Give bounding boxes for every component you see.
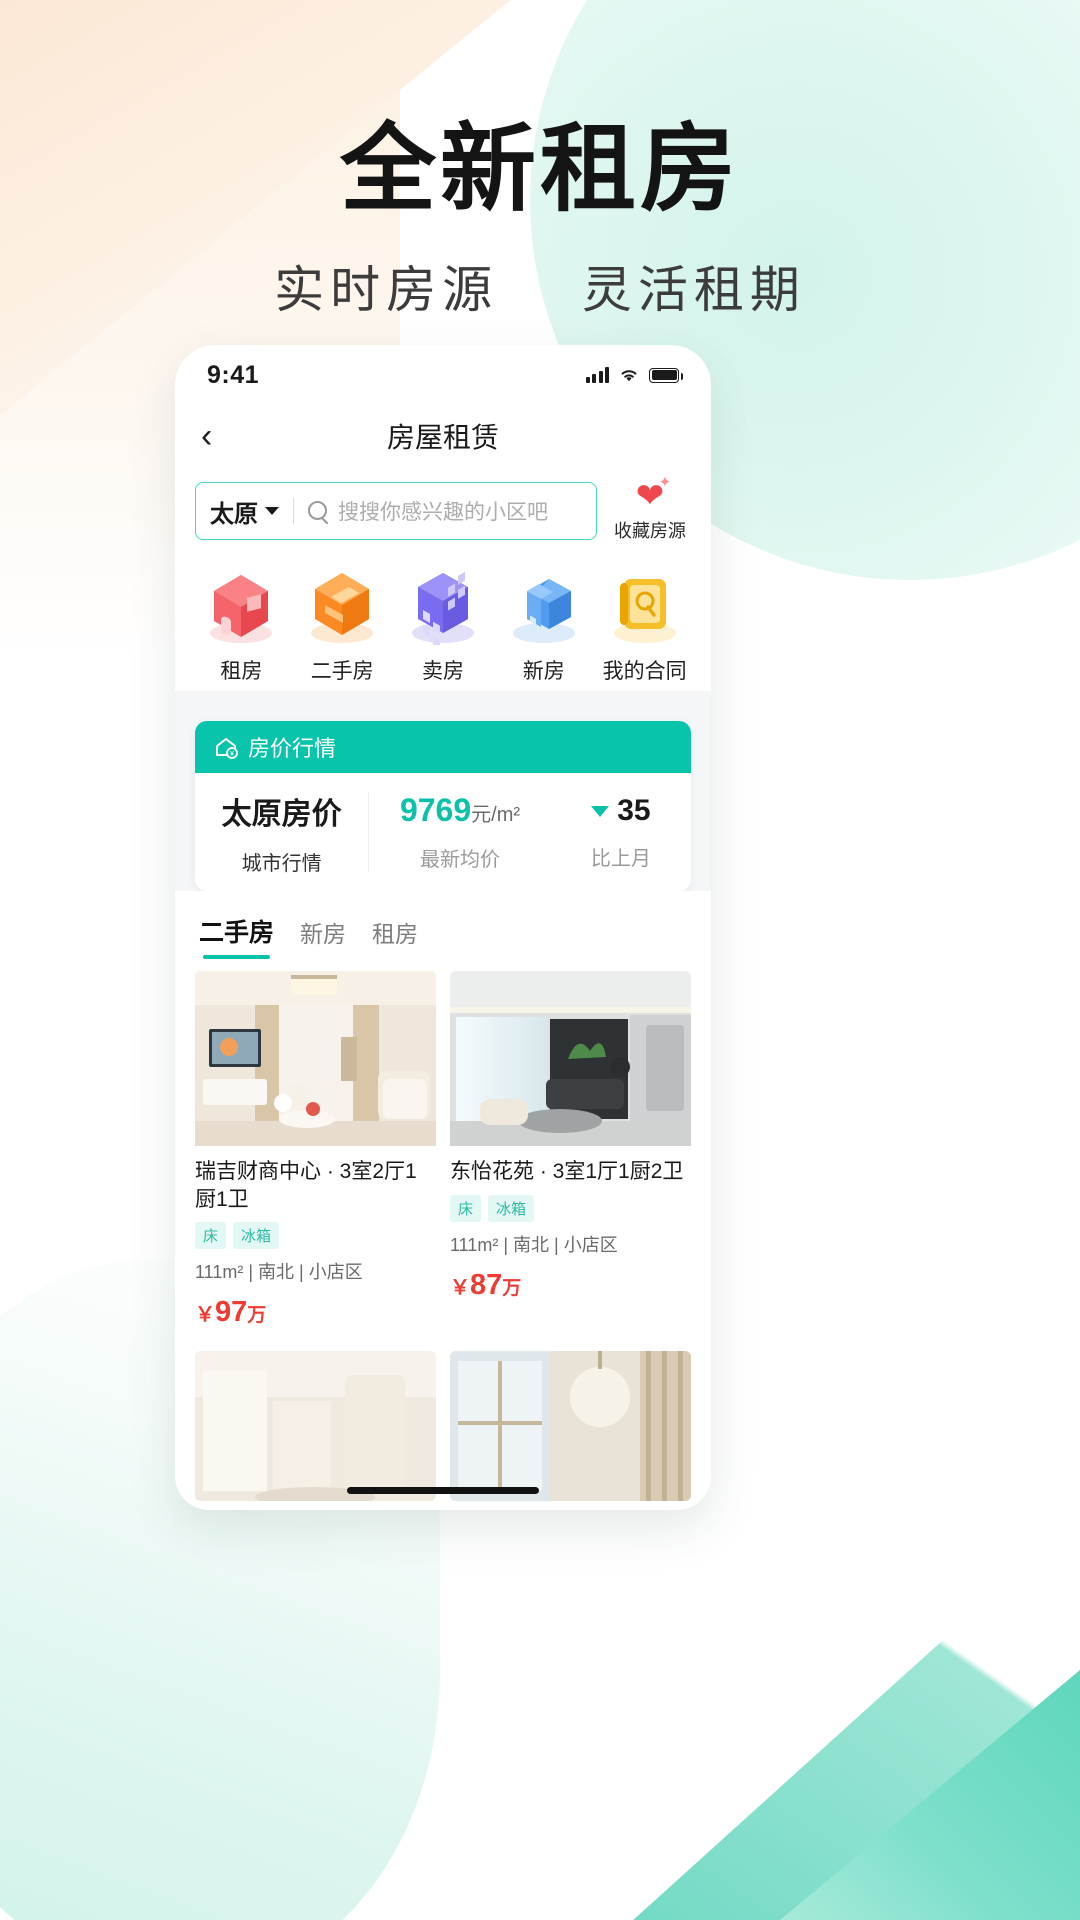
chevron-down-icon [265,507,279,515]
listing-price-currency: ￥ [450,1276,470,1299]
trend-value: 35 [617,793,651,827]
hero-title: 全新租房 [340,116,740,223]
price-col-average: 9769元/m² 最新均价 [368,792,551,872]
category-item-sell[interactable]: 卖房 [393,563,494,685]
listing-card[interactable] [450,1351,691,1502]
listing-price-value: 97 [215,1296,248,1329]
average-price-unit: 元/m² [471,804,521,826]
listing-price-currency: ￥ [195,1304,215,1327]
search-bar[interactable]: 太原 搜搜你感兴趣的小区吧 [195,482,597,540]
listing-price-unit: 万 [502,1277,522,1299]
listing-photo [195,971,436,1146]
city-selector-label: 太原 [210,500,258,528]
listing-title: 东怡花苑 · 3室1厅1厨2卫 [450,1160,684,1183]
tab-newhouse[interactable]: 新房 [300,915,346,959]
contract-3d-icon [594,563,695,645]
listing-price: ￥87万 [450,1269,691,1302]
listing-meta: 111m² | 南北 | 小店区 [450,1234,618,1255]
listing-card[interactable] [195,1351,436,1502]
listing-card[interactable]: 瑞吉财商中心 · 3室2厅1厨1卫 床 冰箱 111m² | 南北 | 小店区 … [195,971,436,1330]
search-divider [293,498,294,524]
price-col-trend: 35 比上月 [551,794,691,871]
price-section: ¥ 房价行情 太原房价 城市行情 9769元/m² 最新均价 35 比上月 [175,705,711,891]
building-3d-icon [393,563,494,645]
navigation-bar: ‹ 房屋租赁 [175,405,711,467]
status-icons [585,367,683,383]
listing-tag: 床 [195,1222,227,1250]
category-label: 卖房 [421,660,464,683]
tab-rent[interactable]: 租房 [372,915,418,959]
hero-section: 全新租房 实时房源 灵活租期 [0,0,1080,322]
price-col-city: 太原房价 城市行情 [195,789,368,876]
section-divider [175,691,711,705]
listing-tag: 冰箱 [233,1222,280,1250]
hero-subtitle: 实时房源 灵活租期 [0,250,1080,322]
listing-price: ￥97万 [195,1296,436,1329]
listing-photo [450,1351,691,1502]
trend-label: 比上月 [590,847,651,870]
listing-card[interactable]: 东怡花苑 · 3室1厅1厨2卫 床 冰箱 111m² | 南北 | 小店区 ￥8… [450,971,691,1330]
listing-grid: 瑞吉财商中心 · 3室2厅1厨1卫 床 冰箱 111m² | 南北 | 小店区 … [175,959,711,1502]
category-label: 租房 [220,660,263,683]
listing-meta: 111m² | 南北 | 小店区 [195,1262,363,1283]
listing-tags: 床 冰箱 [450,1194,691,1222]
listing-photo [450,971,691,1146]
back-chevron-icon[interactable]: ‹ [201,419,241,453]
price-card-header: ¥ 房价行情 [195,721,691,773]
listing-tag: 冰箱 [488,1194,535,1222]
listing-photo [195,1351,436,1502]
search-icon [308,500,329,522]
city-price-label: 城市行情 [241,852,322,875]
search-input[interactable]: 搜搜你感兴趣的小区吧 [338,496,548,526]
city-price-title: 太原房价 [221,797,342,831]
category-item-rent[interactable]: 租房 [191,563,292,685]
house-price-icon: ¥ [216,738,238,759]
average-price-label: 最新均价 [420,849,500,871]
heart-icon: ❤ ✦ [635,474,672,515]
triangle-down-icon [591,805,610,817]
category-label: 新房 [522,660,565,683]
listing-tabs: 二手房 新房 租房 [175,891,711,959]
price-card[interactable]: ¥ 房价行情 太原房价 城市行情 9769元/m² 最新均价 35 比上月 [195,721,691,891]
status-time: 9:41 [207,360,260,389]
tab-secondhand[interactable]: 二手房 [199,913,274,959]
phone-mockup: 9:41 ‹ 房屋租赁 太原 搜搜你感兴趣的小区吧 ❤ ✦ 收藏房源 租房 二手… [175,345,711,1510]
hero-subtitle-right: 灵活租期 [581,261,806,318]
hero-subtitle-left: 实时房源 [274,261,499,318]
wifi-icon [618,367,640,383]
cellular-signal-icon [585,367,609,383]
house-3d-icon [191,563,292,645]
status-bar: 9:41 [175,345,711,405]
page-title: 房屋租赁 [386,422,499,453]
favorites-label: 收藏房源 [614,521,686,541]
battery-icon [649,367,683,383]
home-indicator [175,1487,711,1494]
category-row: 租房 二手房 卖房 新房 我的合同 [175,543,711,691]
listing-price-value: 87 [470,1268,503,1301]
listing-tags: 床 冰箱 [195,1222,436,1250]
listing-title: 瑞吉财商中心 · 3室2厅1厨1卫 [195,1160,417,1211]
favorites-button[interactable]: ❤ ✦ 收藏房源 [609,474,691,543]
category-label: 二手房 [310,660,374,683]
listing-tag: 床 [450,1194,482,1222]
city-selector[interactable]: 太原 [210,494,279,529]
search-row: 太原 搜搜你感兴趣的小区吧 ❤ ✦ 收藏房源 [175,467,711,543]
price-card-body: 太原房价 城市行情 9769元/m² 最新均价 35 比上月 [195,773,691,891]
armchair-3d-icon [292,563,393,645]
listing-price-unit: 万 [247,1305,267,1327]
svg-text:¥: ¥ [230,751,234,758]
price-card-title: 房价行情 [248,736,337,761]
average-price-number: 9769 [399,792,472,828]
trend-value-row: 35 [551,794,691,828]
category-item-contract[interactable]: 我的合同 [594,563,695,685]
category-label: 我的合同 [602,660,687,683]
category-item-secondhand[interactable]: 二手房 [292,563,393,685]
tower-3d-icon [493,563,594,645]
category-item-newhouse[interactable]: 新房 [493,563,594,685]
average-price-value: 9769元/m² [369,792,551,829]
